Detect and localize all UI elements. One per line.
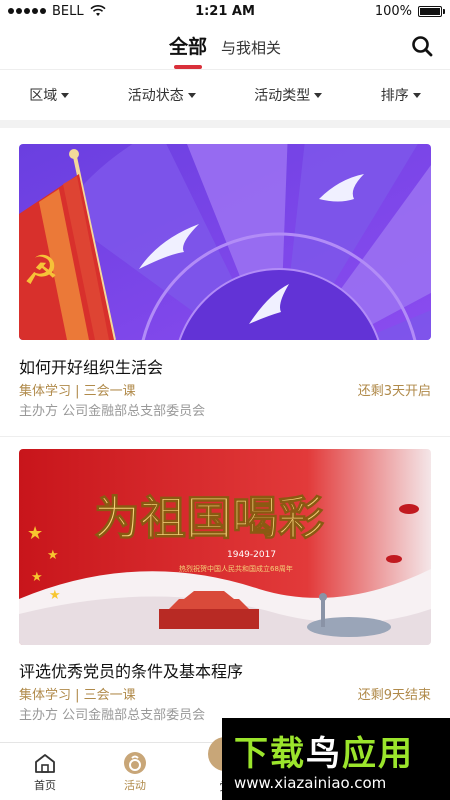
activity-host: 主办方 公司金融部总支部委员会 [19, 404, 206, 419]
tabbar-activity[interactable]: 活动 [90, 743, 180, 800]
caret-down-icon [314, 92, 323, 98]
svg-text:★: ★ [47, 548, 59, 563]
battery-percent: 100% [374, 3, 412, 19]
activity-category: 集体学习 | 三会一课 [19, 688, 136, 703]
battery-icon [418, 5, 445, 17]
section-divider [0, 120, 450, 128]
filter-region-label: 区域 [29, 88, 58, 104]
battery-group: 100% [374, 3, 445, 19]
banner-heading: 为祖国喝彩 [94, 491, 324, 545]
filter-activity-type[interactable]: 活动类型 [254, 85, 323, 105]
svg-text:★: ★ [49, 588, 61, 603]
signal-icon [8, 8, 46, 14]
svg-text:☭: ☭ [23, 248, 59, 294]
watermark-title-part3: 应用 [342, 734, 414, 774]
header: 全部 与我相关 [0, 22, 450, 70]
activity-banner-image: ☭ [19, 144, 431, 340]
carrier-group: BELL [8, 4, 106, 19]
activity-card[interactable]: ☭ 如何开好组织生活会 集体学习 | 三会一课 还剩3天开启 主办方 公司金融部… [0, 128, 450, 436]
watermark-title: 下载鸟应用 [234, 726, 414, 775]
tab-related-to-me[interactable]: 与我相关 [221, 37, 281, 58]
filter-region[interactable]: 区域 [29, 85, 70, 105]
tabbar-home[interactable]: 首页 [0, 743, 90, 800]
search-icon[interactable] [410, 34, 434, 58]
activity-status: 还剩3天开启 [357, 384, 431, 399]
svg-text:★: ★ [31, 570, 43, 585]
filter-bar: 区域 活动状态 活动类型 排序 [0, 70, 450, 120]
activity-card[interactable]: ★ ★ ★ ★ 为祖国喝彩 1949-2017 热烈祝贺中国人民共和国成立68周… [0, 436, 450, 746]
watermark-logo: 下载鸟应用 www.xiazainiao.com [222, 718, 450, 800]
banner-caption: 热烈祝贺中国人民共和国成立68周年 [179, 564, 293, 573]
activity-category: 集体学习 | 三会一课 [19, 384, 136, 399]
carrier-name: BELL [52, 3, 84, 19]
filter-activity-status[interactable]: 活动状态 [128, 85, 196, 105]
activity-meta: 集体学习 | 三会一课 还剩3天开启 [19, 380, 431, 399]
activity-status: 还剩9天结束 [357, 688, 431, 703]
home-icon [35, 753, 55, 773]
top-tabs: 全部 与我相关 [0, 32, 450, 59]
filter-sort-label: 排序 [380, 88, 409, 104]
tabbar-activity-label: 活动 [124, 778, 146, 792]
activity-banner-image: ★ ★ ★ ★ 为祖国喝彩 1949-2017 热烈祝贺中国人民共和国成立68周… [19, 449, 431, 645]
watermark-title-part1: 下载 [234, 734, 306, 774]
wifi-icon [90, 5, 106, 16]
activity-title: 如何开好组织生活会 [19, 358, 164, 377]
filter-activity-status-label: 活动状态 [127, 88, 184, 104]
filter-activity-type-label: 活动类型 [254, 88, 311, 104]
svg-text:★: ★ [27, 523, 43, 544]
banner-years: 1949-2017 [227, 550, 276, 560]
tab-all[interactable]: 全部 [169, 32, 207, 59]
activity-host: 主办方 公司金融部总支部委员会 [19, 708, 206, 723]
watermark-title-part2: 鸟 [306, 734, 342, 774]
tabbar-home-label: 首页 [34, 778, 56, 792]
caret-down-icon [61, 92, 70, 98]
caret-down-icon [412, 92, 421, 98]
watermark-url: www.xiazainiao.com [234, 774, 387, 792]
filter-sort[interactable]: 排序 [381, 85, 421, 105]
status-bar: BELL 1:21 AM 100% [0, 0, 450, 22]
activity-icon [124, 751, 146, 774]
caret-down-icon [187, 92, 196, 98]
activity-title: 评选优秀党员的条件及基本程序 [19, 662, 244, 681]
activity-meta: 集体学习 | 三会一课 还剩9天结束 [19, 684, 431, 703]
